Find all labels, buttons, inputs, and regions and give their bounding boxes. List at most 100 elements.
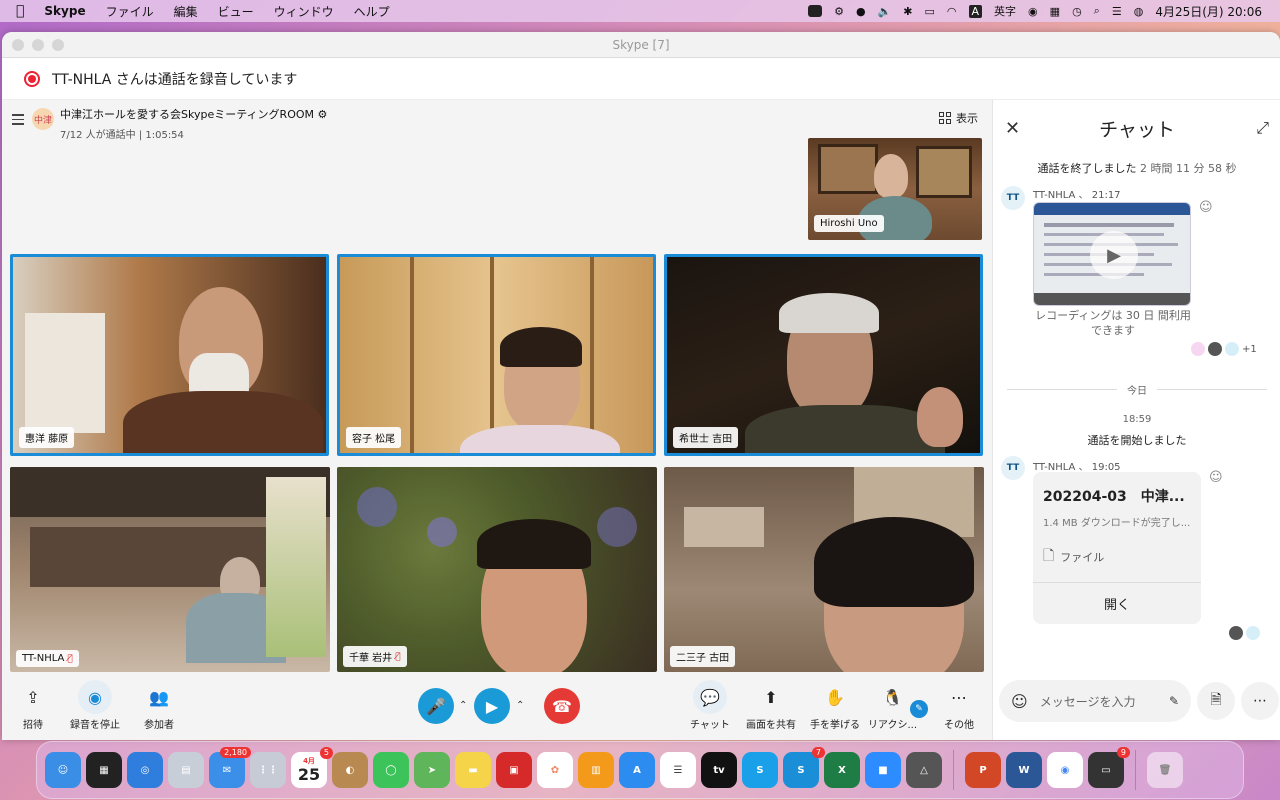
video-tile-3[interactable]: 希世士 吉田 [664, 254, 983, 456]
word-icon[interactable]: W [1006, 752, 1042, 788]
keyboard-icon[interactable]: ▦ [1050, 5, 1060, 18]
participants-button[interactable]: 👥 参加者 [142, 680, 176, 732]
photo-booth-icon[interactable]: ▣ [496, 752, 532, 788]
apple-tv-icon[interactable]: tv [701, 752, 737, 788]
clock-icon[interactable]: ◷ [1072, 5, 1082, 18]
share-screen-button[interactable]: ⬆ 画面を共有 [746, 680, 796, 732]
menu-bar:  Skype ファイル 編集 ビュー ウィンドウ ヘルプ ⚙ ● 🔈 ✱ ▭ … [0, 0, 1280, 22]
apple-icon[interactable]:  [0, 3, 34, 19]
mic-button[interactable]: 🎤 [418, 688, 454, 724]
raise-hand-button[interactable]: ✋ 手を挙げる [810, 680, 860, 732]
status-check-icon[interactable] [808, 5, 823, 17]
video-tile-5[interactable]: 千華 岩井 🎙̸ [337, 467, 657, 672]
finder-icon[interactable]: ☺ [45, 752, 81, 788]
input-source-icon[interactable]: A [968, 4, 983, 18]
edit-pen-icon[interactable]: ✎ [910, 700, 928, 718]
time-stamp: 18:59 [1122, 414, 1152, 425]
messages-icon[interactable]: ◯ [373, 752, 409, 788]
add-reaction-icon[interactable]: ☺ [1199, 200, 1213, 215]
video-tile-2[interactable]: 容子 松尾 [337, 254, 656, 456]
video-tile-6[interactable]: 二三子 古田 [664, 467, 984, 672]
more-button[interactable]: ⋯ その他 [942, 680, 976, 732]
view-button[interactable]: 表示 [939, 110, 978, 126]
trash-icon[interactable]: 🗑 [1147, 752, 1183, 788]
control-center-icon[interactable]: ☰ [1112, 5, 1122, 18]
settings-icon[interactable]: ⚙ [318, 108, 328, 121]
photos-icon[interactable]: ✿ [537, 752, 573, 788]
participant-name: 容子 松尾 [346, 427, 402, 448]
mission-control-icon[interactable]: ▦ [86, 752, 122, 788]
end-call-button[interactable]: ☎ [544, 688, 580, 724]
expand-icon[interactable]: ⤢ [1256, 118, 1269, 138]
spotlight-icon[interactable]: ⌕ [1094, 4, 1100, 18]
menu-help[interactable]: ヘルプ [344, 3, 400, 20]
hand-icon: ✋ [825, 687, 845, 707]
sender-avatar[interactable]: TT [1001, 186, 1025, 210]
emoji-icon[interactable]: ☺ [1011, 692, 1028, 711]
powerpoint-icon[interactable]: P [965, 752, 1001, 788]
chrome-icon[interactable]: ◉ [1047, 752, 1083, 788]
contacts-icon[interactable]: ◐ [332, 752, 368, 788]
mail-icon[interactable]: ✉ 2,180 [209, 747, 251, 788]
wifi-icon[interactable]: ◠ [947, 5, 957, 18]
excel-icon[interactable]: X [824, 752, 860, 788]
open-file-button[interactable]: 開く [1033, 582, 1201, 624]
format-pen-icon[interactable]: ✎ [1169, 694, 1179, 708]
launchpad-icon[interactable]: ⋮⋮ [250, 752, 286, 788]
camera-button[interactable]: ▶ [474, 688, 510, 724]
menu-file[interactable]: ファイル [96, 3, 164, 20]
message-input[interactable]: ☺ メッセージを入力 ✎ [999, 680, 1191, 722]
input-mode[interactable]: 英字 [994, 3, 1016, 19]
emoji-icon[interactable]: ● [856, 5, 866, 18]
camera-options-chevron-icon[interactable]: ⌃ [516, 700, 524, 711]
clock-datetime[interactable]: 4月25日(月) 20:06 [1155, 3, 1262, 20]
battery-icon[interactable]: ▭ [925, 5, 935, 18]
app-store-icon[interactable]: A [619, 752, 655, 788]
maps-icon[interactable]: ➤ [414, 752, 450, 788]
preview-icon[interactable]: ▤ [168, 752, 204, 788]
dock-separator [953, 750, 954, 790]
notes-icon[interactable]: ▬ [455, 752, 491, 788]
skype-dock-icon[interactable]: S [742, 752, 778, 788]
group-avatar[interactable]: 中津 [32, 108, 54, 130]
play-icon[interactable]: ▶ [1090, 231, 1138, 279]
zoom-icon[interactable]: ■ [865, 752, 901, 788]
calendar-icon[interactable]: 4月 25 5 [291, 747, 333, 788]
read-receipts[interactable]: +1 [1191, 342, 1257, 356]
self-preview-tile[interactable]: Hiroshi Uno [808, 138, 982, 240]
recording-video-thumbnail[interactable]: ▶ [1033, 202, 1191, 306]
menu-view[interactable]: ビュー [208, 3, 264, 20]
menu-edit[interactable]: 編集 [164, 3, 208, 20]
call-title[interactable]: 中津江ホールを愛する会SkypeミーティングROOM ⚙ [60, 106, 327, 122]
read-receipts-2[interactable] [1229, 626, 1260, 640]
reminders-icon[interactable]: ☰ [660, 752, 696, 788]
bluetooth-icon[interactable]: ✱ [903, 5, 912, 18]
sender-avatar[interactable]: TT [1001, 456, 1025, 480]
add-reaction-icon[interactable]: ☺ [1209, 470, 1223, 485]
skype-for-business-icon[interactable]: S7 [783, 747, 825, 788]
user-icon[interactable]: ◉ [1028, 5, 1038, 18]
file-card[interactable]: 202204-03 中津... 1.4 MB ダウンロードが完了し... 🗋 ファ… [1033, 472, 1201, 624]
mic-options-chevron-icon[interactable]: ⌃ [459, 700, 467, 711]
printer-icon[interactable]: ▭ 9 [1088, 747, 1130, 788]
message-meta: TT-NHLA 、 21:17 [1033, 190, 1121, 201]
video-tile-1[interactable]: 惠洋 藤原 [10, 254, 329, 456]
safari-icon[interactable]: ◎ [127, 752, 163, 788]
menu-window[interactable]: ウィンドウ [264, 3, 344, 20]
hamburger-icon[interactable] [12, 114, 24, 128]
attach-file-button[interactable]: 🗎 [1197, 682, 1235, 720]
record-icon [24, 70, 40, 87]
books-icon[interactable]: ▥ [578, 752, 614, 788]
video-tile-4[interactable]: TT-NHLA 🎙̸ [10, 467, 330, 672]
network-icon[interactable]: ⚙ [834, 5, 844, 18]
siri-icon[interactable]: ◍ [1134, 5, 1144, 18]
call-header: 中津 中津江ホールを愛する会SkypeミーティングROOM ⚙ 7/12 人が通… [12, 106, 327, 141]
drive-icon[interactable]: △ [906, 752, 942, 788]
close-icon[interactable]: ✕ [1005, 118, 1020, 139]
chat-button[interactable]: 💬 チャット [690, 680, 730, 731]
stop-recording-button[interactable]: ◉ 録音を停止 [70, 680, 120, 731]
volume-icon[interactable]: 🔈 [878, 5, 892, 18]
app-menu[interactable]: Skype [34, 4, 95, 18]
more-options-button[interactable]: ⋯ [1241, 682, 1279, 720]
invite-button[interactable]: ⇪ 招待 [16, 680, 50, 732]
